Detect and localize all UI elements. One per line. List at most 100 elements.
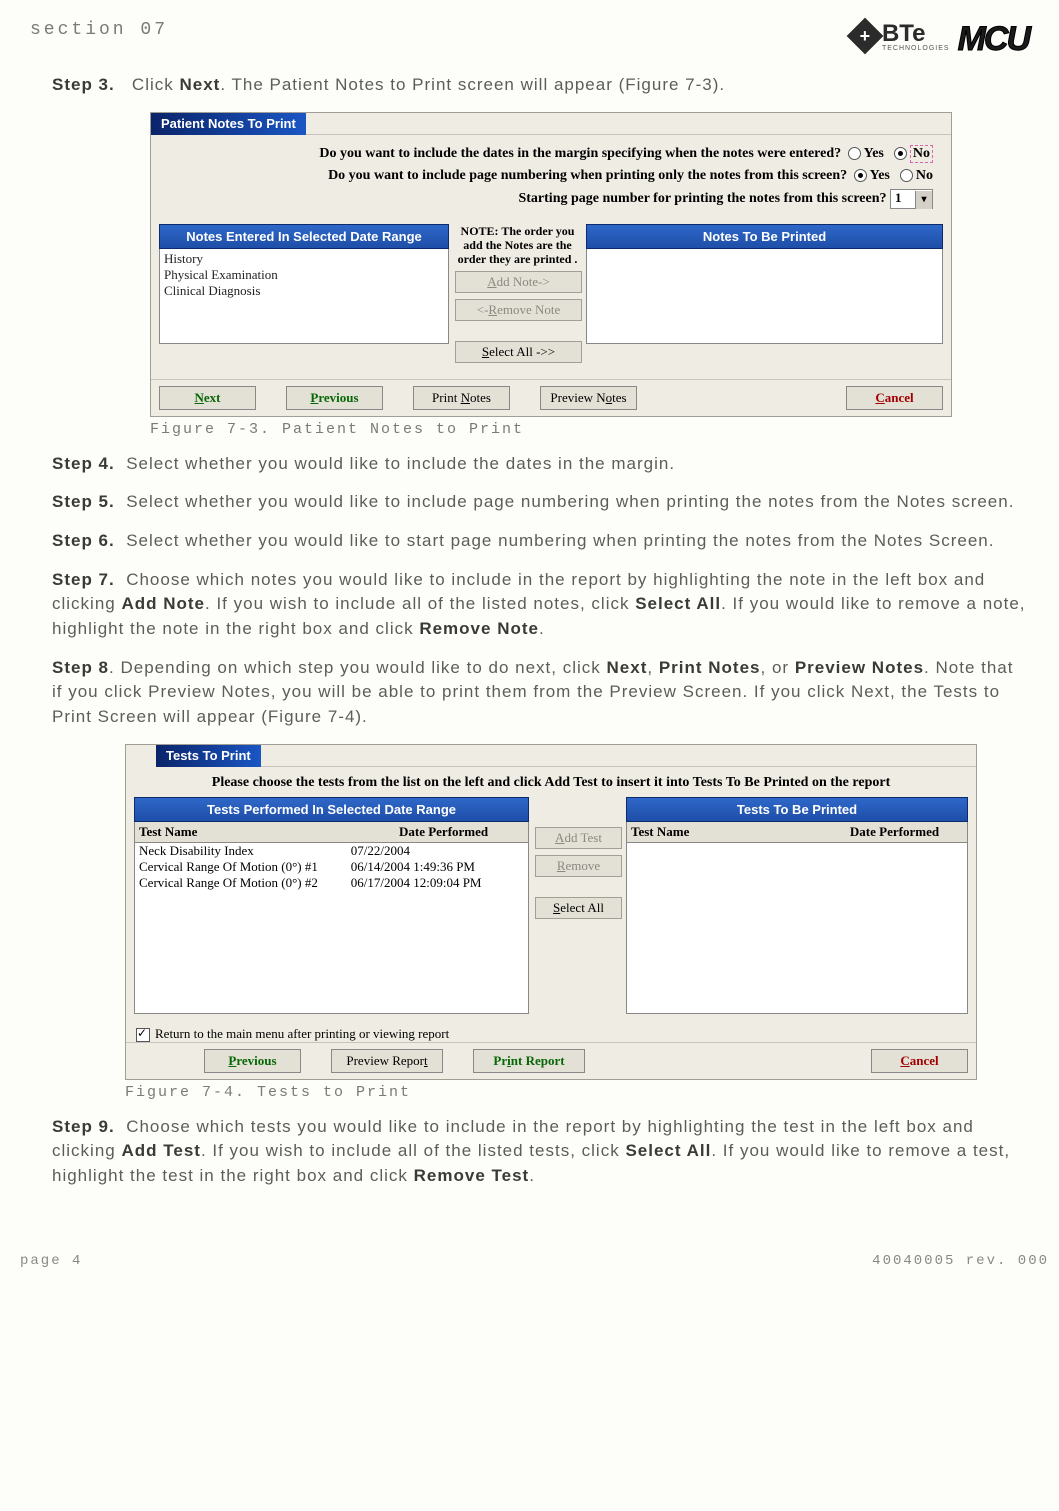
- dialog-titlebar-2: Tests To Print: [126, 745, 976, 767]
- col-test-name-r: Test Name: [627, 822, 822, 842]
- notes-to-print-listbox[interactable]: [586, 249, 943, 344]
- cell: 06/17/2004 12:09:04 PM: [351, 875, 524, 891]
- tests-to-print-listbox[interactable]: [626, 843, 968, 1014]
- step-4-text: Select whether you would like to include…: [126, 454, 675, 473]
- tests-performed-listbox[interactable]: Neck Disability Index07/22/2004 Cervical…: [134, 843, 529, 1014]
- select-all-button[interactable]: Select All ->>: [455, 341, 582, 363]
- notes-entered-listbox[interactable]: History Physical Examination Clinical Di…: [159, 249, 449, 344]
- step-6-text: Select whether you would like to start p…: [126, 531, 994, 550]
- step-3-bold: Next: [179, 75, 220, 94]
- page-number: page 4: [20, 1253, 82, 1269]
- remove-test-button[interactable]: Remove: [535, 855, 622, 877]
- table-row[interactable]: Neck Disability Index07/22/2004: [135, 843, 528, 859]
- bte-text: BTe: [882, 20, 950, 48]
- bte-subtext: TECHNOLOGIES: [882, 45, 950, 52]
- s7c: . If you wish to include all of the list…: [205, 594, 635, 613]
- list-item[interactable]: History: [164, 251, 444, 267]
- list-item[interactable]: Physical Examination: [164, 267, 444, 283]
- step-5-text: Select whether you would like to include…: [126, 492, 1014, 511]
- return-main-row: Return to the main menu after printing o…: [126, 1020, 976, 1042]
- s9b2: Select All: [625, 1141, 711, 1160]
- print-notes-button[interactable]: Print Notes: [413, 386, 510, 410]
- s8b2: Print Notes: [659, 658, 761, 677]
- dialog-title: Patient Notes To Print: [151, 113, 306, 135]
- order-note: NOTE: The order you add the Notes are th…: [455, 224, 580, 271]
- notes-to-print-header: Notes To Be Printed: [586, 224, 943, 249]
- patient-notes-dialog: Patient Notes To Print Do you want to in…: [150, 112, 952, 417]
- print-report-button[interactable]: Print Report: [473, 1049, 585, 1073]
- s9c: . If you wish to include all of the list…: [201, 1141, 626, 1160]
- preview-notes-button[interactable]: Preview Notes: [540, 386, 637, 410]
- add-test-button[interactable]: Add Test: [535, 827, 622, 849]
- col-test-name: Test Name: [135, 822, 359, 842]
- s8c: ,: [647, 658, 658, 677]
- tests-performed-header: Tests Performed In Selected Date Range: [134, 797, 529, 822]
- previous-button[interactable]: Previous: [286, 386, 383, 410]
- dialog-title-2: Tests To Print: [156, 745, 261, 767]
- notes-entered-header: Notes Entered In Selected Date Range: [159, 224, 449, 249]
- figure-7-4-caption: Figure 7-4. Tests to Print: [125, 1084, 1029, 1101]
- startpage-combo[interactable]: 1▾: [890, 189, 933, 209]
- step-3-label: Step 3.: [52, 75, 115, 94]
- cell: Cervical Range Of Motion (0°) #1: [139, 859, 351, 875]
- remove-note-button[interactable]: <-Remove Note: [455, 299, 582, 321]
- step-7: Step 7. Choose which notes you would lik…: [52, 568, 1029, 642]
- cancel-button[interactable]: Cancel: [846, 386, 943, 410]
- step-3-text-b: . The Patient Notes to Print screen will…: [220, 75, 725, 94]
- tests-right-col-headers: Test Name Date Performed: [626, 822, 968, 843]
- return-main-label: Return to the main menu after printing o…: [155, 1026, 449, 1041]
- option-row-dates: Do you want to include the dates in the …: [169, 145, 933, 163]
- next-button[interactable]: Next: [159, 386, 256, 410]
- q2-text: Do you want to include page numbering wh…: [328, 168, 847, 183]
- s7e: .: [539, 619, 545, 638]
- step-5: Step 5. Select whether you would like to…: [52, 490, 1029, 515]
- figure-7-3-caption: Figure 7-3. Patient Notes to Print: [150, 421, 1029, 438]
- s8b1: Next: [607, 658, 648, 677]
- cell: 07/22/2004: [351, 843, 524, 859]
- previous-button-2[interactable]: Previous: [204, 1049, 301, 1073]
- cell: Neck Disability Index: [139, 843, 351, 859]
- section-label: section 07: [30, 20, 168, 40]
- add-note-button[interactable]: Add Note->: [455, 271, 582, 293]
- step-4-label: Step 4.: [52, 454, 115, 473]
- step-4: Step 4. Select whether you would like to…: [52, 452, 1029, 477]
- step-9: Step 9. Choose which tests you would lik…: [52, 1115, 1029, 1189]
- step-6-label: Step 6.: [52, 531, 115, 550]
- select-all-tests-button[interactable]: Select All: [535, 897, 622, 919]
- tests-left-col-headers: Test Name Date Performed: [134, 822, 529, 843]
- chevron-down-icon[interactable]: ▾: [915, 191, 932, 209]
- dialog-titlebar: Patient Notes To Print: [151, 113, 951, 135]
- q2-yes-radio[interactable]: [854, 169, 867, 182]
- list-item[interactable]: Clinical Diagnosis: [164, 283, 444, 299]
- logo-block: BTe TECHNOLOGIES MCU: [852, 20, 1029, 59]
- table-row[interactable]: Cervical Range Of Motion (0°) #106/14/20…: [135, 859, 528, 875]
- s7b2: Select All: [635, 594, 721, 613]
- mcu-logo: MCU: [958, 20, 1029, 59]
- tests-instruction: Please choose the tests from the list on…: [126, 767, 976, 797]
- preview-report-button[interactable]: Preview Report: [331, 1049, 443, 1073]
- q1-yes-radio[interactable]: [848, 147, 861, 160]
- option-row-startpage: Starting page number for printing the no…: [169, 189, 933, 209]
- step-8: Step 8. Depending on which step you woul…: [52, 656, 1029, 730]
- cancel-button-2[interactable]: Cancel: [871, 1049, 968, 1073]
- table-row[interactable]: Cervical Range Of Motion (0°) #206/17/20…: [135, 875, 528, 891]
- col-date-performed: Date Performed: [359, 822, 528, 842]
- s9b3: Remove Test: [414, 1166, 530, 1185]
- tests-to-print-dialog: Tests To Print Please choose the tests f…: [125, 744, 977, 1080]
- cell: Cervical Range Of Motion (0°) #2: [139, 875, 351, 891]
- q2-no-radio[interactable]: [900, 169, 913, 182]
- q3-text: Starting page number for printing the no…: [518, 191, 886, 206]
- s7b1: Add Note: [121, 594, 205, 613]
- return-main-checkbox[interactable]: [136, 1028, 150, 1042]
- step-5-label: Step 5.: [52, 492, 115, 511]
- doc-id: 40040005 rev. 000: [872, 1253, 1049, 1269]
- step-3: Step 3. Click Next. The Patient Notes to…: [52, 73, 1029, 98]
- col-date-performed-r: Date Performed: [822, 822, 967, 842]
- combo-value: 1: [891, 190, 915, 206]
- step-7-label: Step 7.: [52, 570, 115, 589]
- q1-no-radio[interactable]: [894, 147, 907, 160]
- s8d: , or: [761, 658, 795, 677]
- bte-logo: BTe TECHNOLOGIES: [852, 20, 950, 52]
- s7b3: Remove Note: [419, 619, 539, 638]
- step-8-label: Step 8: [52, 658, 109, 677]
